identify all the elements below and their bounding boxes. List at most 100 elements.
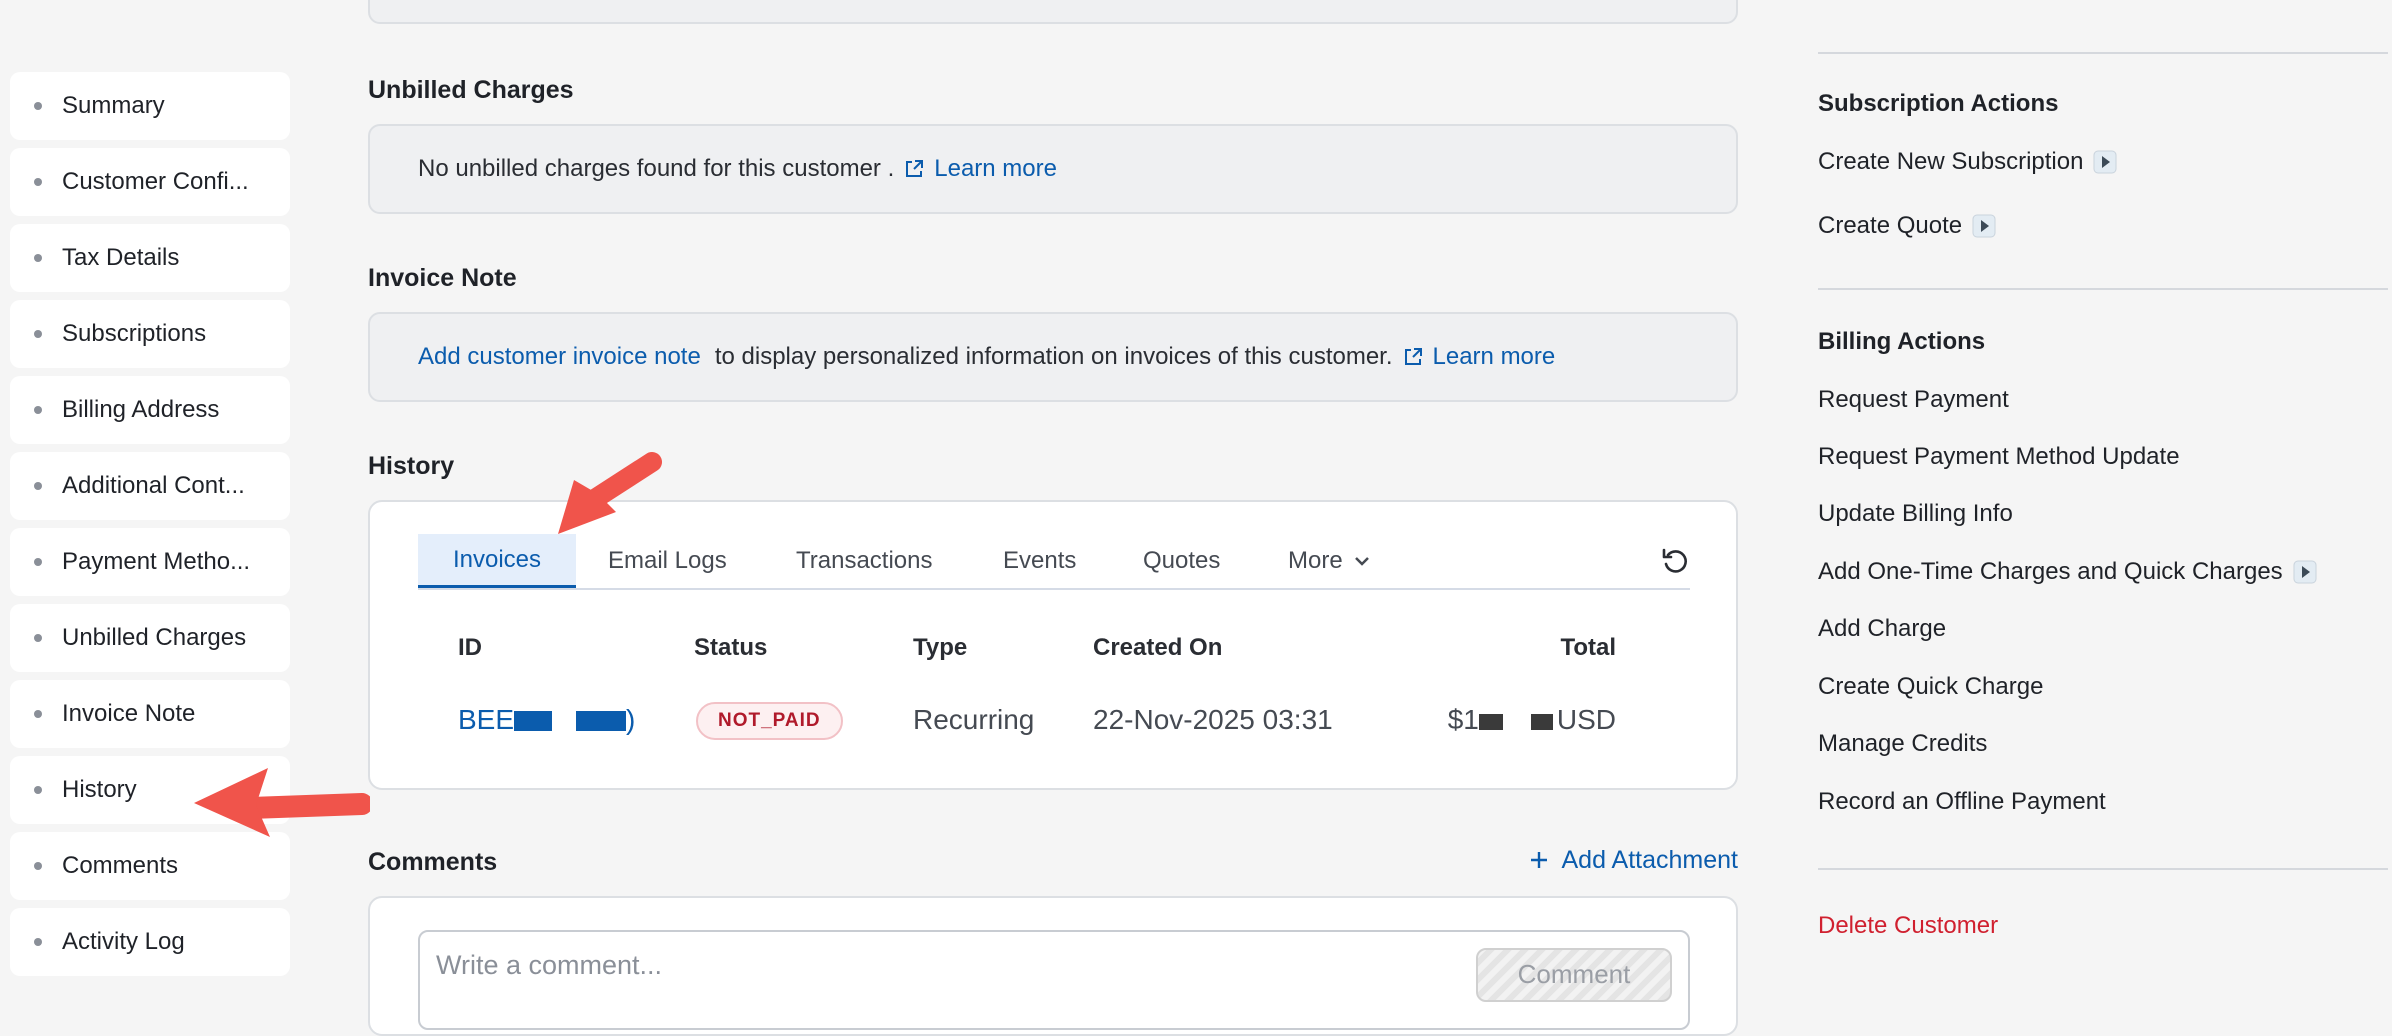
invoice-id-link[interactable]: BEE) — [458, 704, 635, 736]
bullet-icon — [34, 634, 42, 642]
divider — [1818, 288, 2388, 290]
redaction-block — [1478, 714, 1503, 730]
sidebar-item-activity-log[interactable]: Activity Log — [10, 908, 290, 976]
unbilled-learn-more-link[interactable]: Learn more — [934, 155, 1057, 183]
sidebar-item-summary[interactable]: Summary — [10, 72, 290, 140]
history-title: History — [368, 452, 455, 480]
sidebar-item-payment-methods[interactable]: Payment Metho... — [10, 528, 290, 596]
sidebar-item-label: Tax Details — [62, 244, 180, 271]
external-link-icon — [906, 160, 924, 177]
tab-quotes[interactable]: Quotes — [1143, 534, 1220, 588]
tab-label: Transactions — [796, 547, 933, 574]
tab-label: Email Logs — [608, 547, 727, 574]
tab-label: Quotes — [1143, 547, 1221, 574]
bullet-icon — [34, 710, 42, 718]
bullet-icon — [34, 102, 42, 110]
bullet-icon — [34, 178, 42, 186]
history-card: Invoices Email Logs Transactions Events … — [368, 500, 1738, 790]
action-label: Record an Offline Payment — [1818, 788, 2106, 815]
invoice-created-on: 22-Nov-2025 03:31 — [1093, 704, 1333, 735]
arrow-annotation — [558, 452, 662, 534]
bullet-icon — [34, 862, 42, 870]
sidebar-item-label: Summary — [62, 92, 165, 119]
external-link-icon — [1404, 348, 1422, 365]
record-offline-payment-action[interactable]: Record an Offline Payment — [1818, 788, 2106, 816]
tab-invoices[interactable]: Invoices — [418, 534, 576, 588]
divider — [1818, 868, 2388, 870]
comment-submit-button[interactable]: Comment — [1476, 948, 1672, 1002]
total-amount-text: $1 — [1447, 704, 1479, 735]
action-label: Create New Subscription — [1818, 148, 2084, 175]
add-attachment-button[interactable]: Add Attachment — [1529, 846, 1738, 875]
action-label: Add Charge — [1818, 615, 1947, 642]
bullet-icon — [34, 330, 42, 338]
update-billing-info-action[interactable]: Update Billing Info — [1818, 500, 2013, 528]
sidebar-item-label: Activity Log — [62, 928, 185, 955]
action-label: Add One-Time Charges and Quick Charges — [1818, 558, 2283, 585]
action-label: Request Payment Method Update — [1818, 443, 2180, 470]
request-payment-method-update-action[interactable]: Request Payment Method Update — [1818, 443, 2180, 471]
redaction-block — [1530, 714, 1553, 730]
delete-customer-button[interactable]: Delete Customer — [1818, 912, 1998, 940]
tab-label: Invoices — [452, 545, 542, 573]
bullet-icon — [34, 406, 42, 414]
create-new-subscription-action[interactable]: Create New Subscription — [1818, 148, 2117, 176]
invoice-type: Recurring — [913, 704, 1035, 735]
plus-icon — [1531, 852, 1548, 868]
unbilled-charges-title: Unbilled Charges — [368, 76, 574, 104]
invoice-note-learn-more-link[interactable]: Learn more — [1433, 343, 1556, 371]
unbilled-message: No unbilled charges found for this custo… — [418, 155, 895, 182]
sidebar-item-comments[interactable]: Comments — [10, 832, 290, 900]
refresh-icon[interactable] — [1660, 546, 1690, 576]
invoice-note-message: to display personalized information on i… — [714, 343, 1393, 370]
sidebar-item-label: Invoice Note — [62, 700, 196, 727]
comments-title: Comments — [368, 848, 498, 876]
play-icon — [2293, 560, 2317, 584]
tab-events[interactable]: Events — [1003, 534, 1076, 588]
tab-transactions[interactable]: Transactions — [796, 534, 933, 588]
sidebar-item-invoice-note[interactable]: Invoice Note — [10, 680, 290, 748]
arrow-annotation — [194, 768, 370, 837]
comments-card: Write a comment... Comment — [368, 896, 1738, 1036]
chevron-down-icon — [1354, 557, 1369, 566]
column-header-total: Total — [1560, 634, 1616, 661]
column-header-id: ID — [458, 634, 482, 661]
action-label: Create Quick Charge — [1818, 673, 2044, 700]
subscription-actions-title: Subscription Actions — [1818, 90, 2059, 117]
play-icon — [2093, 150, 2117, 174]
bullet-icon — [34, 938, 42, 946]
action-label: Update Billing Info — [1818, 500, 2013, 527]
add-one-time-charges-action[interactable]: Add One-Time Charges and Quick Charges — [1818, 558, 2317, 586]
play-icon — [1972, 214, 1996, 238]
sidebar-item-unbilled-charges[interactable]: Unbilled Charges — [10, 604, 290, 672]
action-label: Manage Credits — [1818, 730, 1988, 757]
add-invoice-note-link[interactable]: Add customer invoice note — [418, 343, 701, 371]
sidebar-item-additional-contacts[interactable]: Additional Cont... — [10, 452, 290, 520]
create-quick-charge-action[interactable]: Create Quick Charge — [1818, 673, 2043, 701]
sidebar-item-billing-address[interactable]: Billing Address — [10, 376, 290, 444]
sidebar-item-tax-details[interactable]: Tax Details — [10, 224, 290, 292]
add-attachment-label: Add Attachment — [1561, 846, 1738, 874]
invoice-note-box: Add customer invoice note to display per… — [368, 312, 1738, 402]
billing-actions-title: Billing Actions — [1818, 328, 1986, 355]
tab-more[interactable]: More — [1288, 534, 1371, 588]
sidebar-item-label: Billing Address — [62, 396, 220, 423]
sidebar-item-customer-config[interactable]: Customer Confi... — [10, 148, 290, 216]
sidebar-item-subscriptions[interactable]: Subscriptions — [10, 300, 290, 368]
sidebar-item-label: Payment Metho... — [62, 548, 251, 575]
request-payment-action[interactable]: Request Payment — [1818, 386, 2009, 414]
add-charge-action[interactable]: Add Charge — [1818, 615, 1946, 643]
bullet-icon — [34, 786, 42, 794]
bullet-icon — [34, 254, 42, 262]
sidebar-item-label: Customer Confi... — [62, 168, 249, 195]
bullet-icon — [34, 482, 42, 490]
tab-email-logs[interactable]: Email Logs — [608, 534, 727, 588]
invoice-total: $1 USD — [1448, 704, 1616, 736]
column-header-status: Status — [694, 634, 768, 661]
manage-credits-action[interactable]: Manage Credits — [1818, 730, 1987, 758]
invoice-note-title: Invoice Note — [368, 264, 517, 292]
create-quote-action[interactable]: Create Quote — [1818, 212, 1996, 240]
total-currency: USD — [1556, 704, 1616, 735]
tab-label: More — [1288, 547, 1343, 574]
redaction-block — [514, 711, 553, 731]
